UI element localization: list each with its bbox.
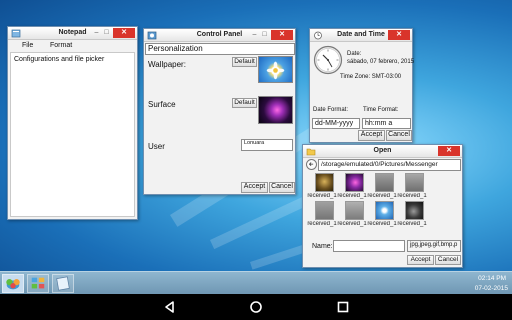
maximize-button[interactable]: □ [260, 30, 269, 40]
timezone-text: Time Zone: SMT-03:00 [340, 74, 402, 80]
file-thumbnail[interactable] [345, 201, 364, 220]
file-thumbnail[interactable] [405, 173, 424, 192]
file-type-filter[interactable]: jpg,jpeg,gif,bmp,p [407, 240, 461, 252]
date-format-field[interactable]: dd-MM-yyyy [312, 118, 360, 129]
date-value: sábado, 07 febrero, 2015 [347, 59, 415, 65]
close-button[interactable]: ✕ [388, 30, 410, 40]
wallpaper-default-button[interactable]: Default [232, 57, 257, 67]
date-time-titlebar[interactable]: Date and Time ✕ [310, 29, 412, 42]
date-format-label: Date Format: [313, 107, 349, 113]
back-arrow-icon [308, 162, 314, 166]
file-label: received_1 [367, 221, 397, 227]
name-label: Name: [312, 243, 333, 250]
control-panel-titlebar[interactable]: Control Panel – □ ✕ [144, 29, 295, 42]
file-thumbnail[interactable] [375, 173, 394, 192]
file-thumbnail[interactable] [315, 201, 334, 220]
menu-file[interactable]: File [22, 42, 33, 49]
home-nav-icon[interactable] [249, 300, 263, 314]
open-dialog-window: Open ✕ /storage/emulated/0/Pictures/Mess… [302, 144, 463, 268]
date-time-window: Date and Time ✕ Date: sábado, 07 febrero… [309, 28, 415, 143]
close-button[interactable]: ✕ [271, 30, 293, 40]
cancel-button[interactable]: Cancel [386, 130, 412, 141]
minimize-button[interactable]: – [250, 30, 259, 40]
accept-button[interactable]: Accept [241, 182, 268, 193]
time-format-label: Time Format: [363, 107, 399, 113]
taskbar: 02:14 PM 07-02-2015 [0, 271, 512, 294]
close-button[interactable]: ✕ [113, 28, 135, 38]
notepad-titlebar[interactable]: Notepad – □ ✕ [8, 27, 137, 40]
menu-format[interactable]: Format [50, 42, 72, 49]
time-format-field[interactable]: hh:mm a [362, 118, 411, 129]
notepad-window: Notepad – □ ✕ File Format Configurations… [7, 26, 138, 220]
surface-default-button[interactable]: Default [232, 98, 257, 108]
surface-label: Surface [148, 100, 176, 109]
start-icon [6, 279, 20, 290]
surface-preview[interactable] [258, 96, 293, 124]
apps-icon [31, 277, 45, 289]
accept-button[interactable]: Accept [358, 130, 385, 141]
file-label: received_1 [367, 193, 397, 199]
analog-clock-icon [313, 45, 343, 75]
back-nav-icon[interactable] [163, 300, 177, 314]
section-selector[interactable]: Personalization [145, 43, 295, 55]
recents-nav-icon[interactable] [336, 300, 350, 314]
file-thumbnail[interactable] [315, 173, 334, 192]
file-label: received_1 [337, 193, 367, 199]
file-label: received_1 [397, 221, 427, 227]
user-field[interactable]: Lonuara [241, 139, 293, 151]
taskbar-app-notepad[interactable] [52, 274, 74, 293]
taskbar-app-explorer[interactable] [27, 274, 49, 293]
file-label: received_1 [337, 221, 367, 227]
file-thumbnail[interactable] [405, 201, 424, 220]
maximize-button[interactable]: □ [102, 28, 111, 38]
android-navigation-bar [0, 294, 512, 320]
minimize-button[interactable]: – [92, 28, 101, 38]
cancel-button[interactable]: Cancel [269, 182, 295, 193]
accept-button[interactable]: Accept [407, 255, 434, 265]
open-dialog-titlebar[interactable]: Open ✕ [303, 145, 462, 158]
wallpaper-label: Wallpaper: [148, 60, 186, 69]
file-label: received_1 [307, 193, 337, 199]
daisy-icon [266, 61, 285, 80]
path-field[interactable]: /storage/emulated/0/Pictures/Messenger [318, 159, 461, 171]
notepad-taskbar-icon [56, 276, 70, 291]
notepad-text: Configurations and file picker [14, 56, 105, 63]
back-button[interactable] [306, 159, 317, 170]
cancel-button[interactable]: Cancel [435, 255, 461, 265]
file-label: received_1 [397, 193, 427, 199]
close-button[interactable]: ✕ [438, 146, 460, 156]
date-label: Date: [347, 51, 362, 57]
taskbar-date[interactable]: 07-02-2015 [475, 285, 508, 292]
file-thumbnail[interactable] [345, 173, 364, 192]
taskbar-time[interactable]: 02:14 PM [478, 275, 506, 282]
file-label: received_1 [307, 221, 337, 227]
file-thumbnail[interactable] [375, 201, 394, 220]
notepad-text-area[interactable]: Configurations and file picker [10, 52, 135, 217]
user-label: User [148, 142, 165, 151]
wallpaper-preview[interactable] [258, 56, 293, 83]
control-panel-window: Control Panel – □ ✕ Personalization Wall… [143, 28, 296, 195]
name-field[interactable] [333, 240, 405, 252]
start-button[interactable] [2, 274, 24, 293]
